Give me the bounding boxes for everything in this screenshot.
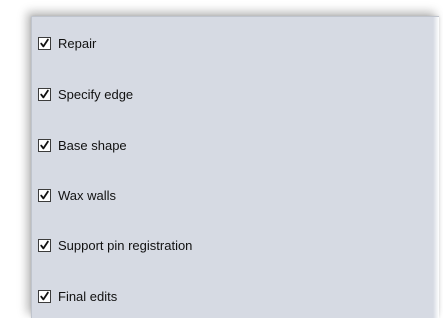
step-specify-edge[interactable]: Specify edge [38,84,133,104]
step-wax-walls-checkbox[interactable] [38,188,51,202]
step-wax-walls-label: Wax walls [58,187,117,203]
check-icon [40,291,49,300]
check-icon [40,190,49,199]
step-support-pin-registration-label: Support pin registration [58,237,193,253]
workflow-steps-panel: Repair Specify edge Base shape Wax walls… [31,16,439,318]
step-specify-edge-label: Specify edge [58,86,134,102]
step-specify-edge-checkbox[interactable] [38,87,51,101]
step-wax-walls[interactable]: Wax walls [38,185,116,205]
step-repair-label: Repair [58,35,97,51]
step-base-shape-label: Base shape [58,137,127,153]
step-support-pin-registration[interactable]: Support pin registration [38,235,192,255]
step-final-edits-checkbox[interactable] [38,289,51,303]
check-icon [40,240,49,249]
check-icon [40,89,49,98]
step-repair[interactable]: Repair [38,33,96,53]
step-final-edits-label: Final edits [58,288,118,304]
step-final-edits[interactable]: Final edits [38,286,117,306]
check-icon [40,38,49,47]
check-icon [40,140,49,149]
step-repair-checkbox[interactable] [38,36,51,50]
step-support-pin-registration-checkbox[interactable] [38,238,51,252]
step-base-shape-checkbox[interactable] [38,138,51,152]
step-base-shape[interactable]: Base shape [38,135,127,155]
